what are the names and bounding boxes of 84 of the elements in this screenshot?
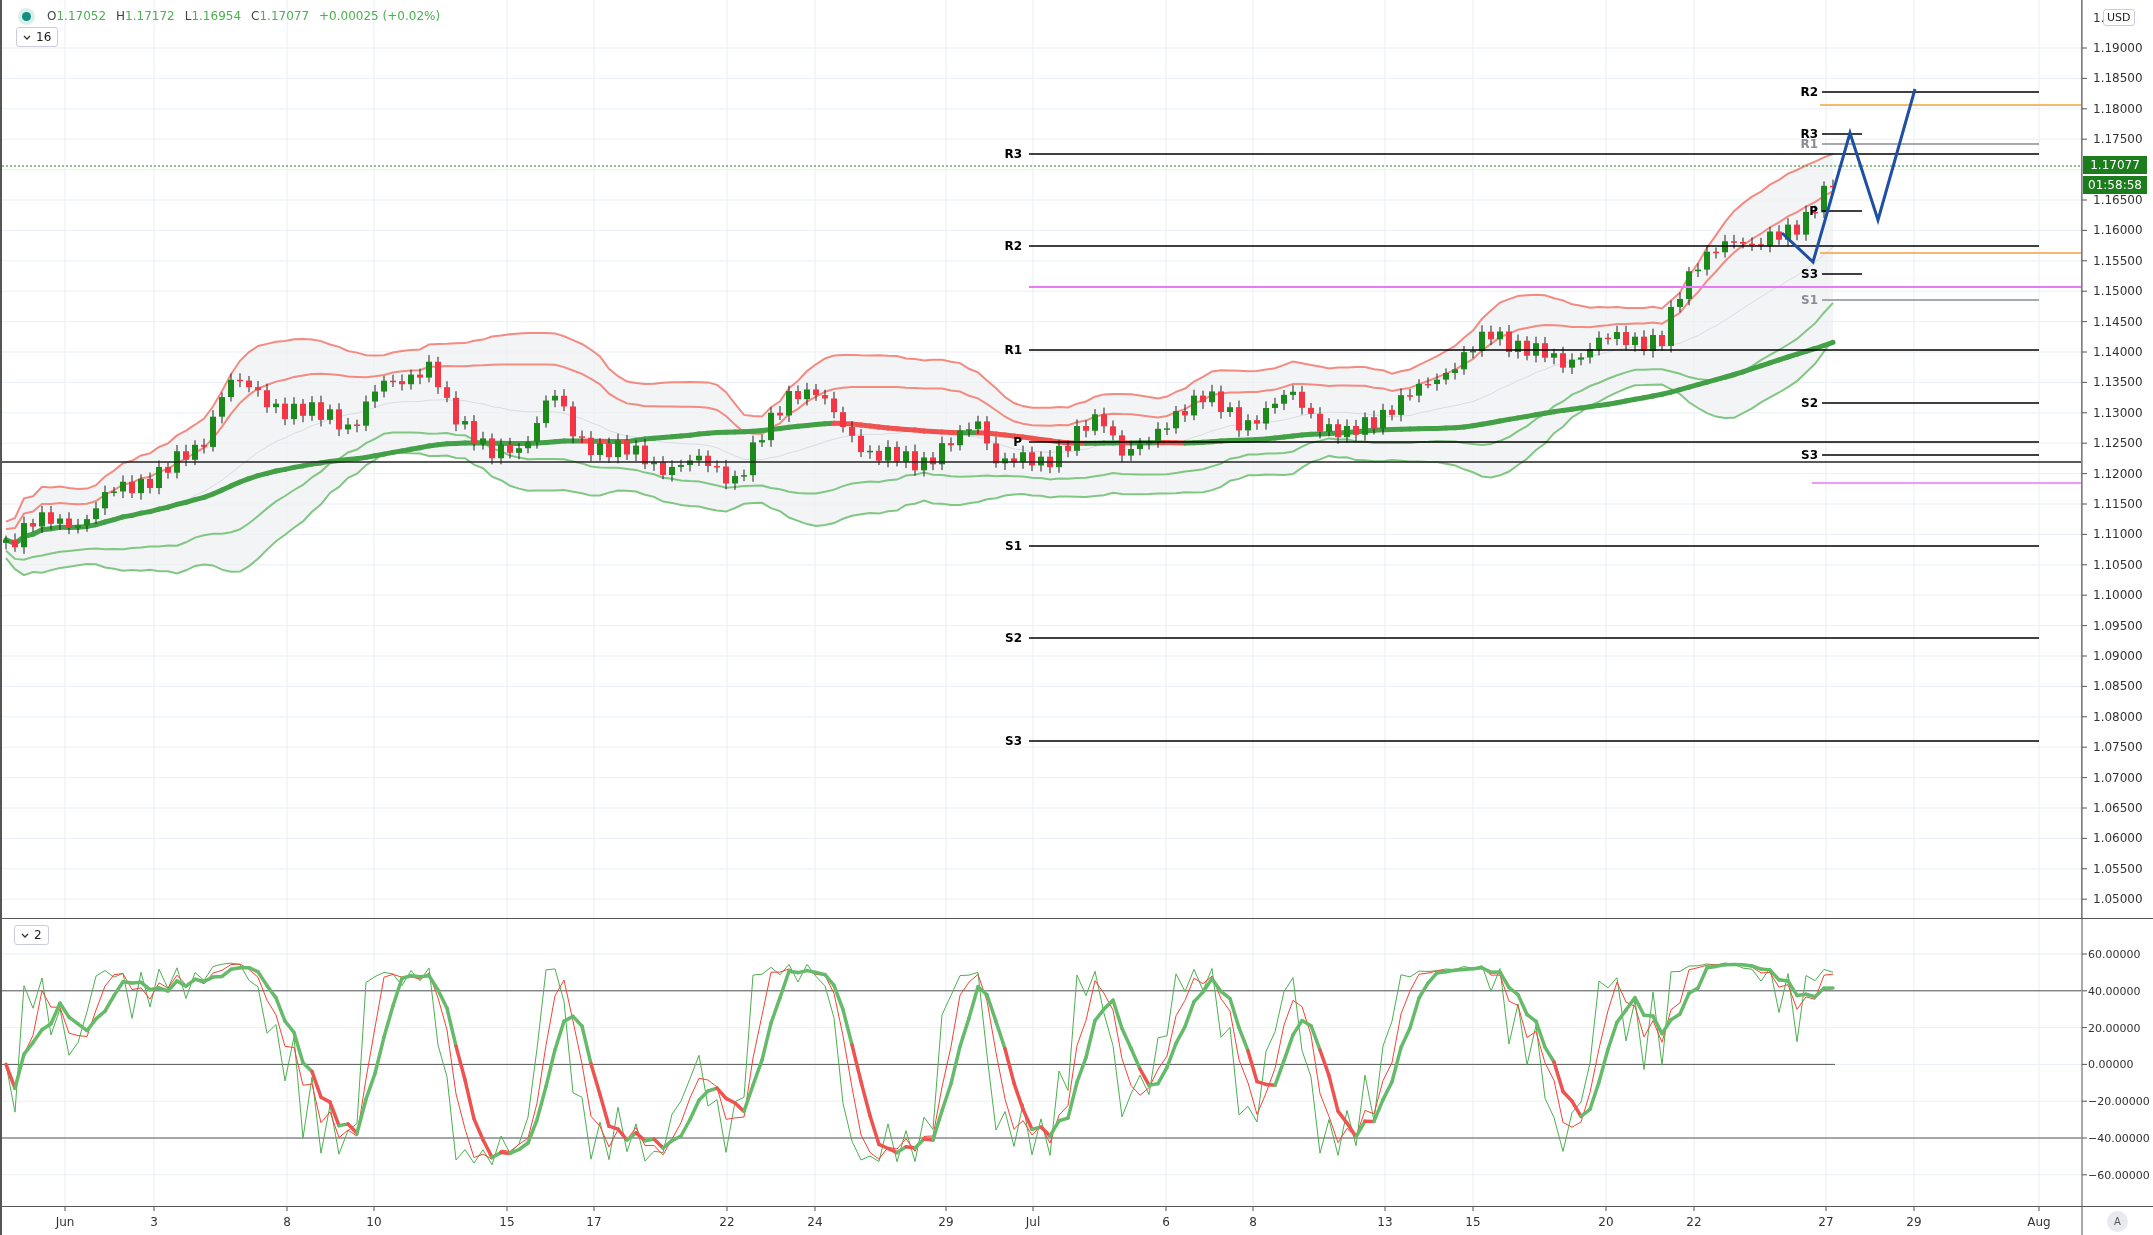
price-tick-label: 1.11000 <box>2093 527 2143 542</box>
chevron-down-icon <box>23 34 31 40</box>
pivot-label: R2 <box>1004 239 1022 253</box>
date-label: 13 <box>1377 1215 1393 1229</box>
price-tick-label: 1.16000 <box>2093 223 2143 238</box>
price-tick-label: 1.05500 <box>2093 861 2143 876</box>
price-tick-label: 1.15000 <box>2093 284 2143 299</box>
pivot-line <box>1821 133 1863 135</box>
date-label: 6 <box>1162 1215 1170 1229</box>
price-tick-label: 1.18000 <box>2093 101 2143 116</box>
price-tick-label: 1. <box>2093 11 2105 25</box>
countdown-label: 01:58:58 <box>2083 176 2147 194</box>
date-label: Jun <box>55 1215 75 1229</box>
pivot-label: S3 <box>1801 267 1818 281</box>
price-tick-label: 1.09000 <box>2093 649 2143 663</box>
pivot-label: S3 <box>1005 734 1022 748</box>
pivot-label: R1 <box>1004 343 1022 357</box>
pivot-line <box>1821 273 1863 275</box>
price-tick-label: 1.18500 <box>2093 71 2143 86</box>
pivot-label: S3 <box>1801 448 1818 462</box>
price-tick-label: 1.09500 <box>2093 618 2143 633</box>
date-label: Jul <box>1025 1215 1041 1229</box>
ohlc-value: O1.17052 <box>47 9 107 23</box>
pivot-label: S1 <box>1005 539 1022 553</box>
price-tick-label: 1.06500 <box>2093 801 2143 815</box>
ohlc-value: H1.17172 <box>116 9 175 23</box>
oscillator-tick-label: 20.00000 <box>2088 1021 2141 1035</box>
price-tick-label: 1.08000 <box>2093 709 2143 724</box>
price-tick-label: 1.06000 <box>2093 831 2143 846</box>
oscillator-tick-label: −60.00000 <box>2088 1168 2150 1182</box>
pivot-label: S2 <box>1005 631 1022 645</box>
price-tick-label: 1.14500 <box>2093 314 2143 329</box>
price-tick-label: 1.17500 <box>2093 132 2143 147</box>
date-label: Aug <box>2027 1215 2051 1229</box>
currency-button[interactable]: USD <box>2103 9 2135 26</box>
price-tick-label: 1.10500 <box>2093 557 2143 572</box>
indicators-toggle[interactable]: 16 <box>16 27 59 47</box>
oscillator-tick-label: −20.00000 <box>2088 1095 2150 1109</box>
date-label: 15 <box>499 1215 515 1229</box>
ohlc-value: L1.16954 <box>184 9 242 23</box>
price-tick-label: 1.07000 <box>2093 770 2143 785</box>
price-tick-label: 1.12500 <box>2093 436 2143 451</box>
price-tick-label: 1.16500 <box>2093 193 2143 207</box>
date-label: 3 <box>150 1215 158 1229</box>
date-label: 29 <box>1906 1215 1922 1229</box>
date-label: 8 <box>1249 1215 1257 1229</box>
date-label: 24 <box>807 1215 823 1229</box>
date-label: 22 <box>719 1215 735 1229</box>
ohlc-value: C1.17077 <box>251 9 310 23</box>
date-label: 20 <box>1598 1215 1614 1229</box>
oscillator-tick-label: 0.00000 <box>2088 1058 2134 1072</box>
oscillator-tick-label: 60.00000 <box>2088 948 2141 961</box>
date-label: 29 <box>938 1215 954 1229</box>
price-tick-label: 1.07500 <box>2093 740 2143 755</box>
price-tick-label: 1.13500 <box>2093 375 2143 390</box>
pivot-label: P <box>1013 435 1022 449</box>
price-tick-label: 1.08500 <box>2093 679 2143 694</box>
date-label: 27 <box>1818 1215 1834 1229</box>
date-label: 22 <box>1686 1215 1702 1229</box>
price-tick-label: 1.19000 <box>2093 41 2143 55</box>
oscillator-tick-label: 40.00000 <box>2088 984 2141 998</box>
price-tick-label: 1.05000 <box>2093 892 2143 907</box>
price-tick-label: 1.11500 <box>2093 497 2143 511</box>
date-label: 8 <box>283 1215 291 1229</box>
pivot-label: R2 <box>1800 85 1818 99</box>
status-dot-icon <box>22 11 31 21</box>
price-tick-label: 1.14000 <box>2093 345 2143 359</box>
auto-scale-button[interactable]: A <box>2107 1211 2128 1232</box>
last-price-label: 1.17077 <box>2083 156 2147 174</box>
price-tick-label: 1.12000 <box>2093 466 2143 481</box>
date-label: 15 <box>1465 1215 1481 1229</box>
pivot-label: S1 <box>1801 293 1818 307</box>
oscillator-tick-label: −40.00000 <box>2088 1132 2150 1145</box>
date-label: 17 <box>586 1215 602 1229</box>
price-change: +0.00025 (+0.02%) <box>319 9 441 23</box>
price-tick-label: 1.15500 <box>2093 253 2143 268</box>
date-label: 10 <box>366 1215 382 1229</box>
pivot-line <box>1821 210 1863 212</box>
price-tick-label: 1.13000 <box>2093 405 2143 420</box>
chevron-down-icon <box>21 932 29 938</box>
indicators-toggle[interactable]: 2 <box>14 925 49 945</box>
pivot-label: S2 <box>1801 396 1818 410</box>
price-tick-label: 1.10000 <box>2093 588 2143 603</box>
pivot-label: R3 <box>1004 147 1022 161</box>
